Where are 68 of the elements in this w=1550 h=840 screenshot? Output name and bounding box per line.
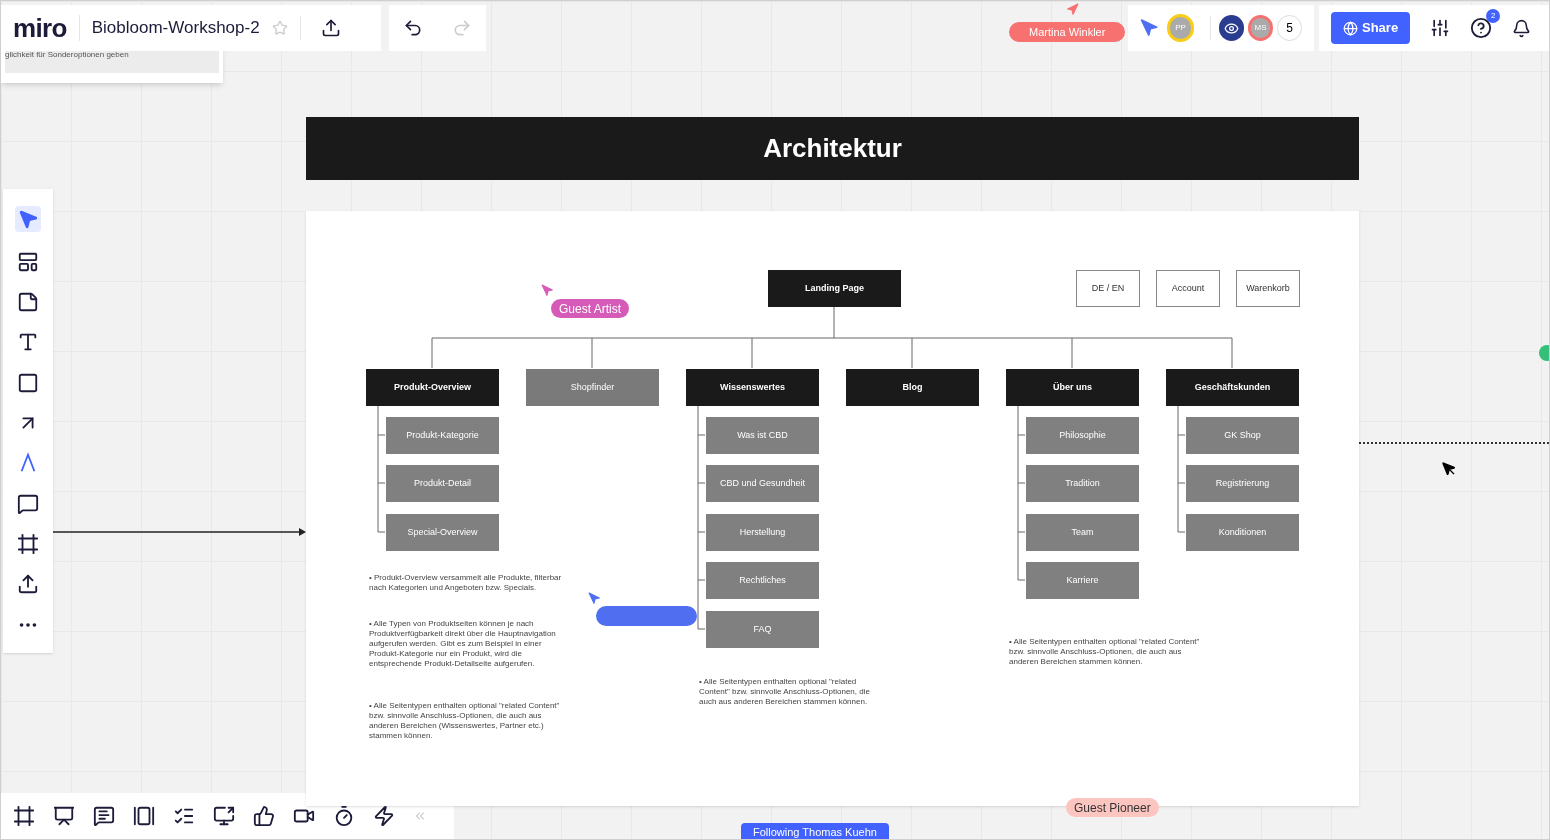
board-title[interactable]: Biobloom-Workshop-2	[91, 15, 260, 41]
lightning-icon[interactable]	[373, 805, 395, 827]
globe-icon	[1343, 20, 1358, 36]
frame-icon[interactable]	[13, 805, 35, 827]
section-node: Blog	[846, 369, 979, 406]
page-node: Landing Page	[768, 270, 901, 307]
logo[interactable]: miro	[13, 15, 80, 41]
cards-icon[interactable]	[133, 805, 155, 827]
page-node: Philosophie	[1026, 417, 1139, 454]
note-text: • Alle Seitentypen enthalten optional "related Content" bzw. sinnvolle Anschluss-Optionen, die auch aus anderen Bereichen stammen können.	[1009, 637, 1201, 667]
page-node: Account	[1156, 270, 1220, 307]
comment-icon[interactable]	[17, 492, 39, 515]
export-icon[interactable]	[320, 18, 341, 38]
chat-icon[interactable]	[93, 805, 115, 827]
user-label: Guest Artist	[551, 299, 630, 318]
page-node: Tradition	[1026, 465, 1139, 502]
presentation-icon[interactable]	[53, 805, 75, 827]
notifications-icon[interactable]	[1512, 18, 1532, 38]
timer-icon[interactable]	[333, 805, 355, 827]
select-icon[interactable]	[15, 206, 41, 233]
help-icon[interactable]	[1470, 17, 1493, 39]
mouse-pointer-icon	[1441, 461, 1457, 477]
frame-icon[interactable]	[17, 533, 39, 556]
settings-icon[interactable]	[1430, 18, 1451, 38]
sticky-note-icon[interactable]	[17, 290, 39, 313]
section-node: Wissenswertes	[686, 369, 819, 406]
note-text: • Produkt-Overview versammelt alle Produkte, filterbar nach Kategorien und Angeboten bzw. Specials.	[369, 573, 563, 593]
user-label: Guest Pioneer	[1066, 798, 1159, 817]
screen-share-icon[interactable]	[213, 805, 235, 827]
page-node: Warenkorb	[1236, 270, 1300, 307]
follow-icon[interactable]	[1140, 18, 1160, 38]
cursor-icon	[1065, 3, 1079, 16]
page-node: DE / EN	[1076, 270, 1140, 307]
section-node: Über uns	[1006, 369, 1139, 406]
frame-title: Architektur	[763, 132, 902, 165]
section-node: Shopfinder	[526, 369, 659, 406]
notification-badge: 2	[1486, 9, 1501, 23]
share-button[interactable]: Share	[1331, 12, 1411, 44]
note-text: • Alle Seitentypen enthalten optional "related Content" bzw. sinnvolle Anschluss-Optionen, die auch aus anderen Bereichen stammen können.	[699, 677, 871, 707]
page-node: Produkt-Kategorie	[386, 417, 499, 454]
following-banner[interactable]: Following Thomas Kuehn	[741, 823, 889, 839]
page-node: Rechtliches	[706, 562, 819, 599]
page-node: Produkt-Detail	[386, 465, 499, 502]
card-text: glichkeit für Sonderoptionen geben	[5, 49, 129, 61]
page-node: Konditionen	[1186, 514, 1299, 551]
cursor-icon	[541, 284, 554, 297]
page-node: CBD und Gesundheit	[706, 465, 819, 502]
page-node: Special-Overview	[386, 514, 499, 551]
square-icon[interactable]	[17, 371, 39, 394]
section-node: Produkt-Overview	[366, 369, 499, 406]
section-node: Geschäftskunden	[1166, 369, 1299, 406]
cursor-icon	[588, 592, 601, 605]
user-label: Martina Winkler	[1009, 22, 1126, 42]
page-node: Herstellung	[706, 514, 819, 551]
note-text: • Alle Typen von Produktseiten können je nach Produktverfügbarkeit direkt über die Hauptnavigation aufgerufen werden. Gibt es zum Beispiel in einer Produkt-Kategorie nur ein Produkt, wird die entsprechende Produkt-Detailseite aufgerufen.	[369, 619, 557, 669]
viewer-avatar[interactable]	[1219, 15, 1244, 41]
page-node: GK Shop	[1186, 417, 1299, 454]
page-node: Was ist CBD	[706, 417, 819, 454]
upload-icon[interactable]	[17, 573, 39, 596]
template-icon[interactable]	[17, 250, 39, 273]
star-icon[interactable]	[271, 20, 288, 36]
user-count[interactable]: 5	[1277, 15, 1302, 41]
page-node: Team	[1026, 514, 1139, 551]
page-node: FAQ	[706, 611, 819, 648]
page-node: Registrierung	[1186, 465, 1299, 502]
thumbs-up-icon[interactable]	[253, 805, 275, 827]
note-text: • Alle Seitentypen enthalten optional "related Content" bzw. sinnvolle Anschluss-Optionen, die auch aus anderen Bereichen (Wissenswertes, Partner etc.) stammen können.	[369, 701, 561, 741]
page-node: Karriere	[1026, 562, 1139, 599]
